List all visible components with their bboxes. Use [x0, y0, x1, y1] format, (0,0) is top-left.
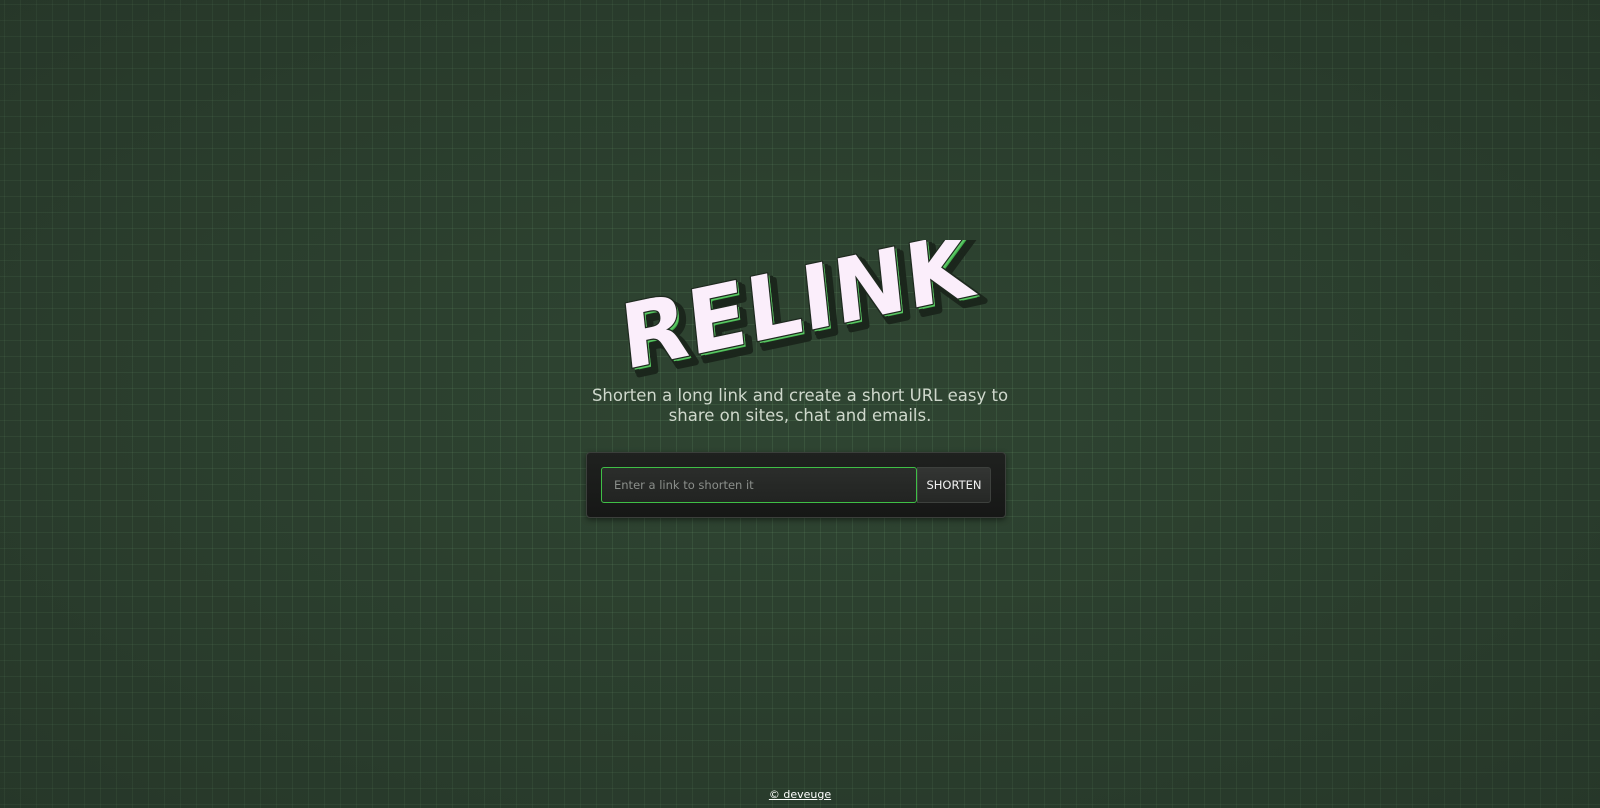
main-content: RELINK RELINK RELINK RELINK Shorten a lo… [0, 0, 1600, 808]
tagline: Shorten a long link and create a short U… [591, 386, 1009, 425]
shorten-form: SHORTEN [586, 452, 1006, 518]
logo-graphic: RELINK RELINK RELINK RELINK [615, 240, 991, 380]
shorten-button[interactable]: SHORTEN [917, 467, 991, 503]
footer-credit-link[interactable]: © deveuge [700, 788, 900, 801]
relink-logo: RELINK RELINK RELINK RELINK [600, 240, 1000, 380]
url-input[interactable] [601, 467, 917, 503]
